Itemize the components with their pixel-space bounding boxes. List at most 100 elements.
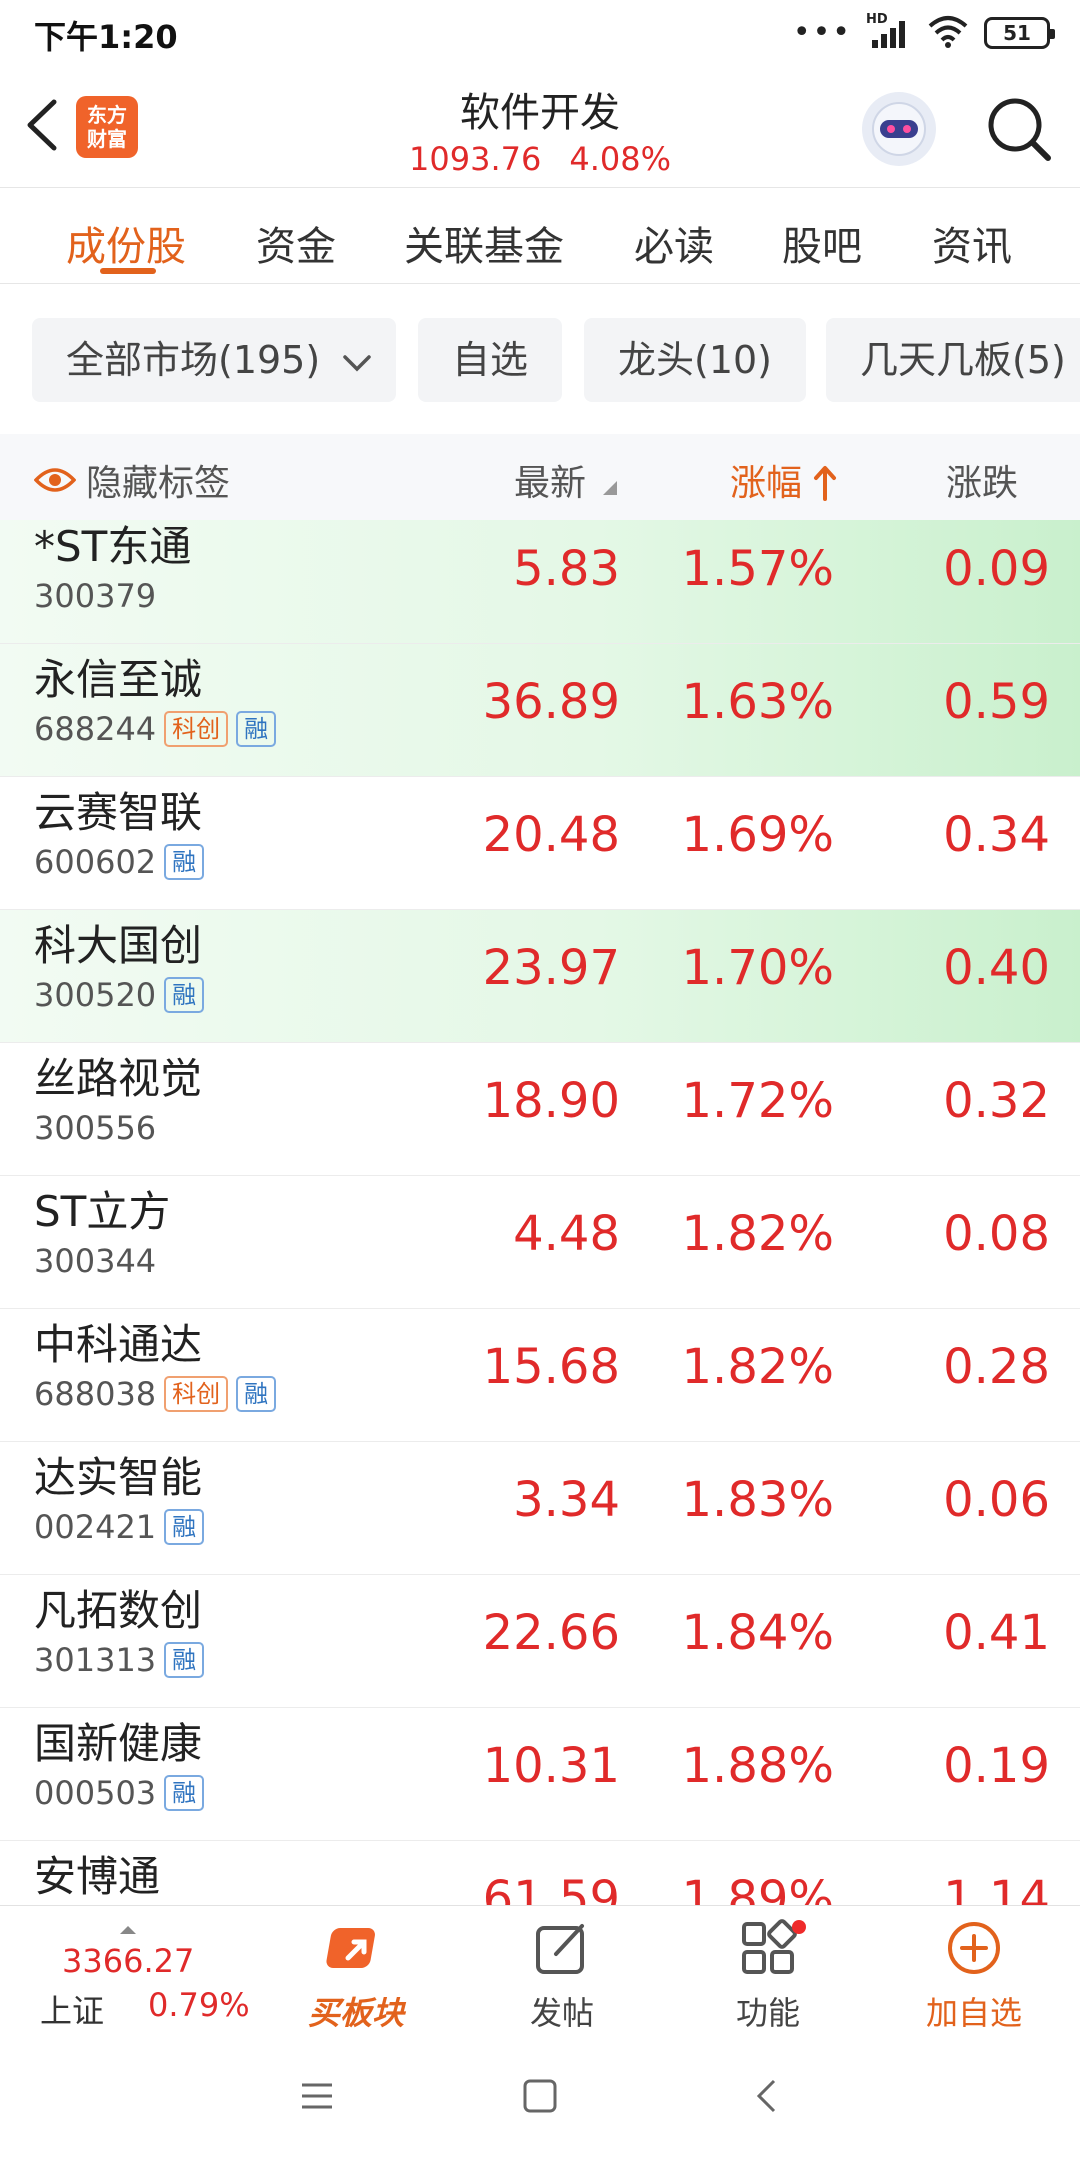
stock-code-line: 600602 融 <box>34 843 205 881</box>
tab-funds-flow[interactable]: 资金 <box>256 214 336 272</box>
battery-icon: 51 <box>984 17 1055 49</box>
sector-index-pct: 4.08% <box>569 140 671 178</box>
buy-sector-icon <box>326 1928 375 1968</box>
stock-row[interactable]: 中科通达 688038 科创融 15.68 1.82% 0.28 <box>0 1309 1080 1442</box>
notification-dot <box>792 1920 806 1934</box>
tab-related-funds[interactable]: 关联基金 <box>404 214 564 272</box>
stock-code-line: 002421 融 <box>34 1508 205 1546</box>
status-bar: 下午1:20 ••• HD 51 <box>0 0 1080 66</box>
badge-margin: 融 <box>164 844 205 880</box>
tab-constituents[interactable]: 成份股 <box>66 214 186 272</box>
stock-row[interactable]: 永信至诚 688244 科创融 36.89 1.63% 0.59 <box>0 644 1080 777</box>
stock-code: 300520 <box>34 976 157 1014</box>
stock-name: 科大国创 <box>34 921 203 970</box>
stock-change: 0.09 <box>943 541 1050 597</box>
stock-change-pct: 1.70% <box>681 940 834 996</box>
stock-name: 永信至诚 <box>34 655 203 704</box>
add-watchlist-button[interactable]: 加自选 <box>894 1918 1054 2032</box>
edit-icon <box>536 1924 584 1974</box>
stock-change: 0.06 <box>943 1472 1050 1528</box>
tab-news[interactable]: 资讯 <box>932 214 1012 272</box>
stock-change: 0.59 <box>943 674 1050 730</box>
stock-code-line: 000503 融 <box>34 1774 205 1812</box>
filter-watchlist[interactable]: 自选 <box>418 318 562 402</box>
stock-name: *ST东通 <box>34 522 192 571</box>
stock-latest-price: 5.83 <box>513 541 620 597</box>
tab-active-indicator <box>100 268 156 274</box>
stock-change-pct: 1.69% <box>681 807 834 863</box>
buy-sector-button[interactable]: 买板块 <box>276 1918 436 2032</box>
stock-list: *ST东通 300379 5.83 1.57% 0.09 永信至诚 688244… <box>0 520 1080 1905</box>
market-index-pct: 0.79% <box>148 1986 250 2024</box>
filter-leaders[interactable]: 龙头(10) <box>584 318 806 402</box>
stock-row[interactable]: 安博通 科创融 61.59 1.89% 1.14 <box>0 1841 1080 1905</box>
sort-arrow-up-icon <box>814 466 837 501</box>
col-change[interactable]: 涨跌 <box>946 454 1018 506</box>
eye-icon <box>34 468 76 492</box>
signal-icon: HD <box>866 12 912 50</box>
hide-tags-toggle[interactable]: 隐藏标签 <box>34 454 230 506</box>
stock-name: 凡拓数创 <box>34 1586 203 1635</box>
stock-code-line: 300344 <box>34 1242 156 1280</box>
stock-change: 0.19 <box>943 1738 1050 1794</box>
badge-margin: 融 <box>164 1775 205 1811</box>
status-icons: ••• HD 51 <box>793 12 1055 52</box>
stock-latest-price: 15.68 <box>482 1339 620 1395</box>
market-index-widget[interactable]: 3366.27 上证 0.79% <box>30 1922 260 2030</box>
stock-latest-price: 3.34 <box>513 1472 620 1528</box>
badge-margin: 融 <box>164 1642 205 1678</box>
stock-row[interactable]: *ST东通 300379 5.83 1.57% 0.09 <box>0 520 1080 644</box>
stock-latest-price: 22.66 <box>482 1605 620 1661</box>
search-button[interactable] <box>984 94 1054 164</box>
stock-code: 300379 <box>34 577 157 615</box>
stock-code: 301313 <box>34 1641 157 1679</box>
tab-forum[interactable]: 股吧 <box>782 214 862 272</box>
stock-change-pct: 1.83% <box>681 1472 834 1528</box>
back-nav-icon[interactable] <box>742 2071 792 2121</box>
badge-margin: 融 <box>236 1376 277 1412</box>
col-change-pct-label: 涨幅 <box>730 463 803 504</box>
stock-row[interactable]: 科大国创 300520 融 23.97 1.70% 0.40 <box>0 910 1080 1043</box>
stock-row[interactable]: 云赛智联 600602 融 20.48 1.69% 0.34 <box>0 777 1080 910</box>
col-change-pct[interactable]: 涨幅 <box>730 454 837 506</box>
stock-change-pct: 1.82% <box>681 1206 834 1262</box>
post-button[interactable]: 发帖 <box>482 1918 642 2032</box>
stock-change: 0.28 <box>943 1339 1050 1395</box>
menu-icon[interactable] <box>292 2071 342 2121</box>
robot-avatar-icon[interactable] <box>862 92 936 166</box>
functions-button[interactable]: 功能 <box>688 1918 848 2032</box>
stock-name: 达实智能 <box>34 1453 203 1502</box>
stock-code-line: 301313 融 <box>34 1641 205 1679</box>
stock-code-line: 300556 <box>34 1109 156 1147</box>
stock-row[interactable]: 凡拓数创 301313 融 22.66 1.84% 0.41 <box>0 1575 1080 1708</box>
market-filter-dropdown[interactable]: 全部市场(195) <box>32 318 396 402</box>
badge-star-market: 科创 <box>164 711 229 747</box>
stock-latest-price: 20.48 <box>482 807 620 863</box>
stock-row[interactable]: 达实智能 002421 融 3.34 1.83% 0.06 <box>0 1442 1080 1575</box>
tab-bar: 成份股 资金 关联基金 必读 股吧 资讯 <box>0 188 1080 284</box>
stock-row[interactable]: 国新健康 000503 融 10.31 1.88% 0.19 <box>0 1708 1080 1841</box>
stock-code: 000503 <box>34 1774 157 1812</box>
col-latest-label: 最新 <box>514 463 587 504</box>
filter-streak[interactable]: 几天几板(5) <box>826 318 1080 402</box>
stock-row[interactable]: ST立方 300344 4.48 1.82% 0.08 <box>0 1176 1080 1309</box>
home-icon[interactable] <box>515 2071 565 2121</box>
status-time: 下午1:20 <box>34 18 178 56</box>
stock-row[interactable]: 丝路视觉 300556 18.90 1.72% 0.32 <box>0 1043 1080 1176</box>
tab-must-read[interactable]: 必读 <box>634 214 714 272</box>
grid-icon <box>742 1919 797 1974</box>
col-latest[interactable]: 最新 <box>514 454 618 506</box>
stock-code: 688244 <box>34 710 157 748</box>
stock-code: 688038 <box>34 1375 157 1413</box>
add-watchlist-label: 加自选 <box>925 1994 1022 2032</box>
sort-triangle-icon <box>603 481 618 495</box>
stock-code-line: 300520 融 <box>34 976 205 1014</box>
stock-change-pct: 1.63% <box>681 674 834 730</box>
stock-change-pct: 1.89% <box>681 1871 834 1905</box>
stock-name: 丝路视觉 <box>34 1054 203 1103</box>
market-index-name: 上证 <box>40 1992 105 2030</box>
network-badge: HD <box>866 12 888 27</box>
stock-code-line: 688038 科创融 <box>34 1375 277 1413</box>
badge-star-market: 科创 <box>164 1376 229 1412</box>
badge-margin: 融 <box>164 1509 205 1545</box>
